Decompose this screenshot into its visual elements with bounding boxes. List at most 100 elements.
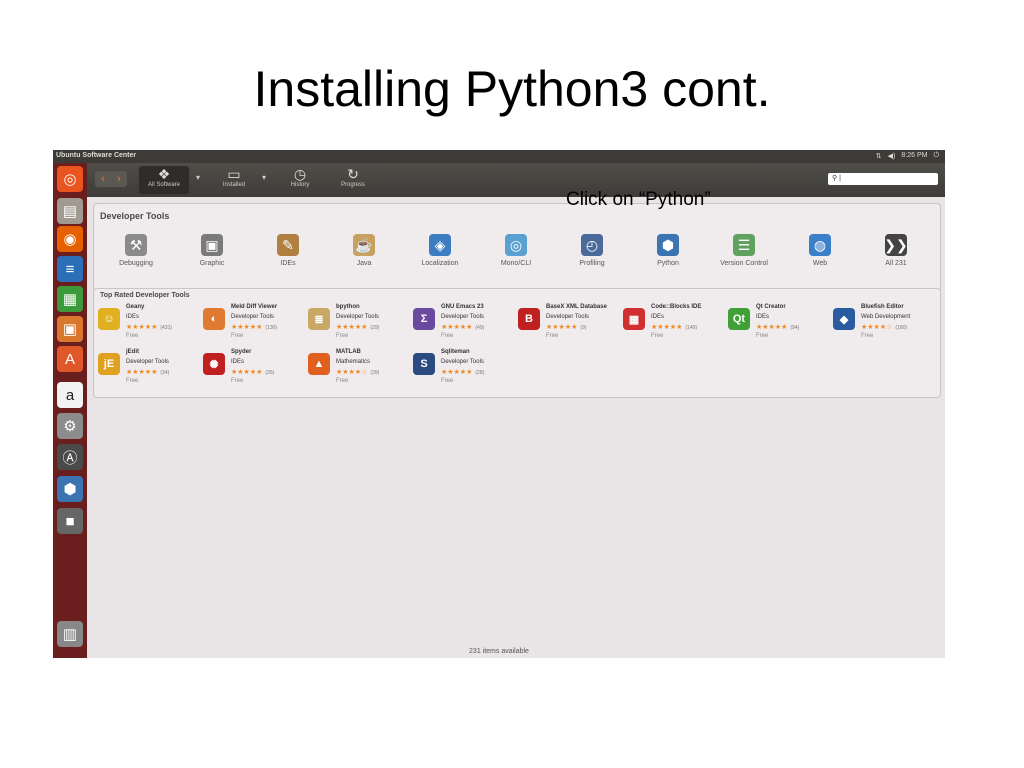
app-tile[interactable]: Qt Qt Creator IDEs Free ★★★★★ (94) [728, 304, 833, 346]
app-tile[interactable]: ◆ Bluefish Editor Web Development Free ★★★★☆… [833, 304, 938, 346]
app-tile[interactable]: ≣ bpython Developer Tools Free ★★★★★ (29) [308, 304, 413, 346]
dropdown-arrow-icon[interactable]: ▾ [262, 173, 266, 182]
volume-icon[interactable]: ◀) [888, 152, 896, 160]
network-icon[interactable]: ⇅ [876, 152, 882, 160]
slide-title: Installing Python3 cont. [253, 61, 771, 117]
app-price: Free [861, 333, 874, 339]
category-debugging[interactable]: ⚒ Debugging [96, 234, 176, 267]
toolbar-history-button[interactable]: ◷ History [275, 166, 325, 188]
app-rating: ★★★★★ (49) [441, 323, 484, 331]
category-label: Profiling [579, 260, 605, 267]
rating-stars: ★★★★★ [546, 324, 578, 331]
launcher-updater-icon[interactable]: Ⓐ [57, 444, 83, 470]
developer-tools-title: Developer Tools [100, 211, 170, 221]
app-tile[interactable]: ◐ Meld Diff Viewer Developer Tools Free ★★★★… [203, 304, 308, 346]
category-ides[interactable]: ✎ IDEs [248, 234, 328, 267]
instruction-annotation: Click on “Python” [566, 189, 711, 210]
rating-stars: ★★★★★ [756, 324, 788, 331]
app-tile[interactable]: S Sqliteman Developer Tools Free ★★★★★ (28) [413, 349, 518, 391]
rating-count: (180) [895, 325, 908, 331]
spyder-icon: ✺ [203, 353, 225, 375]
app-tile[interactable]: ✺ Spyder IDEs Free ★★★★★ (35) [203, 349, 308, 391]
rating-count: (39) [370, 370, 380, 376]
app-tile[interactable]: B BaseX XML Database Developer Tools Free ★★… [518, 304, 623, 346]
launcher-impress-icon[interactable]: ▣ [57, 316, 83, 342]
jedit-icon: jE [98, 353, 120, 375]
geany-icon: ☺ [98, 308, 120, 330]
launcher-drive-icon[interactable]: ■ [57, 508, 83, 534]
app-rating: ★★★★★ (9) [546, 323, 587, 331]
rating-count: (28) [475, 370, 485, 376]
status-bar: 231 items available [469, 648, 529, 655]
window-title: Ubuntu Software Center [56, 152, 137, 159]
toolbar-item-label: Installed [222, 182, 246, 188]
app-name: Geany [126, 304, 145, 310]
launcher-settings-icon[interactable]: ⚙ [57, 413, 83, 439]
app-category: Developer Tools [441, 359, 484, 365]
launcher-amazon-icon[interactable]: a [57, 382, 83, 408]
launcher-files-icon[interactable]: ▤ [57, 198, 83, 224]
toolbar-all-software-button[interactable]: ❖ All Software [139, 166, 189, 194]
toolbar-progress-button[interactable]: ↻ Progress [328, 166, 378, 188]
launcher-python-icon[interactable]: ⬢ [57, 476, 83, 502]
app-name: BaseX XML Database [546, 304, 607, 310]
app-category: Developer Tools [126, 359, 169, 365]
clock[interactable]: 8:26 PM [901, 152, 927, 160]
top-rated-title: Top Rated Developer Tools [100, 292, 190, 299]
app-price: Free [441, 333, 454, 339]
category-label: Mono/CLI [500, 260, 532, 267]
category-profiling[interactable]: ◴ Profiling [552, 234, 632, 267]
category-mono-cli[interactable]: ◎ Mono/CLI [476, 234, 556, 267]
launcher-writer-icon[interactable]: ≡ [57, 256, 83, 282]
top-rated-panel: Top Rated Developer Tools ☺ Geany IDEs Free… [93, 288, 941, 398]
basex-icon: B [518, 308, 540, 330]
search-input[interactable]: ⚲ | [828, 173, 938, 185]
app-category: Developer Tools [336, 314, 379, 320]
category-web[interactable]: ◍ Web [780, 234, 860, 267]
category-label: Graphic [199, 260, 225, 267]
app-tile[interactable]: ▲ MATLAB Mathematics Free ★★★★☆ (39) [308, 349, 413, 391]
launcher-calc-icon[interactable]: ▦ [57, 286, 83, 312]
app-tile[interactable]: ▦ Code::Blocks IDE IDEs Free ★★★★★ (149) [623, 304, 728, 346]
rating-stars: ★★★★☆ [861, 324, 893, 331]
sqliteman-icon: S [413, 353, 435, 375]
app-tile[interactable]: jE jEdit Developer Tools Free ★★★★★ (34) [98, 349, 203, 391]
app-price: Free [756, 333, 769, 339]
category-python[interactable]: ⬢ Python [628, 234, 708, 267]
app-category: Developer Tools [441, 314, 484, 320]
software-center-window: Ubuntu Software Center ⇅ ◀) 8:26 PM ⏻ ◎ ▤… [53, 150, 945, 658]
app-price: Free [546, 333, 559, 339]
nav-buttons: ‹ › [95, 171, 127, 187]
category-version-control[interactable]: ☰ Version Control [704, 234, 784, 267]
toolbar-installed-button[interactable]: ▭ Installed [209, 166, 259, 188]
back-icon[interactable]: ‹ [101, 173, 105, 185]
codeblocks-icon: ▦ [623, 308, 645, 330]
rating-count: (9) [580, 325, 587, 331]
category-graphic[interactable]: ▣ Graphic [172, 234, 252, 267]
app-price: Free [126, 378, 139, 384]
app-category: Web Development [861, 314, 911, 320]
app-rating: ★★★★★ (149) [651, 323, 697, 331]
category-java[interactable]: ☕ Java [324, 234, 404, 267]
app-price: Free [336, 378, 349, 384]
category-label: IDEs [280, 260, 296, 267]
launcher-firefox-icon[interactable]: ◉ [57, 226, 83, 252]
power-icon[interactable]: ⏻ [933, 152, 939, 160]
toolbar-item-label: History [290, 182, 310, 188]
rating-stars: ★★★★★ [651, 324, 683, 331]
launcher-dash-icon[interactable]: ◎ [57, 166, 83, 192]
dropdown-arrow-icon[interactable]: ▾ [196, 173, 200, 182]
category-all-231[interactable]: ❯❯ All 231 [856, 234, 936, 267]
forward-icon[interactable]: › [117, 173, 121, 185]
launcher-trash-icon[interactable]: ▥ [57, 621, 83, 647]
rating-count: (49) [475, 325, 485, 331]
app-rating: ★★★★★ (94) [756, 323, 799, 331]
app-tile[interactable]: Σ GNU Emacs 23 Developer Tools Free ★★★★★ (49… [413, 304, 518, 346]
launcher-software-center-icon[interactable]: A [57, 346, 83, 372]
matlab-icon: ▲ [308, 353, 330, 375]
app-tile[interactable]: ☺ Geany IDEs Free ★★★★★ (431) [98, 304, 203, 346]
rating-count: (29) [370, 325, 380, 331]
category-localization[interactable]: ◈ Localization [400, 234, 480, 267]
app-category: Mathematics [336, 359, 371, 365]
python-icon: ⬢ [657, 234, 679, 256]
